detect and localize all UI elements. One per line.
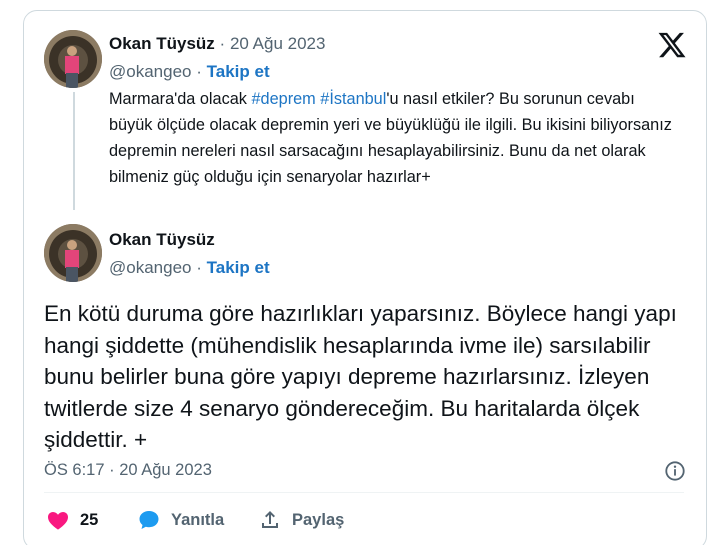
author-name[interactable]: Okan Tüysüz [109, 230, 215, 249]
reply-button[interactable]: Yanıtla [137, 508, 224, 532]
share-icon [262, 511, 278, 528]
hashtag-deprem[interactable]: #deprem [251, 90, 315, 108]
share-label: Paylaş [292, 510, 345, 529]
follow-link[interactable]: Takip et [207, 62, 270, 81]
separator: · [196, 258, 202, 277]
author-handle[interactable]: @okangeo [109, 62, 192, 81]
tweet-timestamp[interactable]: ÖS 6:17 · 20 Ağu 2023 [44, 461, 212, 480]
heart-icon [48, 512, 68, 530]
tweet-text-part: Marmara'da olacak [109, 90, 252, 108]
author-name[interactable]: Okan Tüysüz [109, 34, 215, 53]
author-handle[interactable]: @okangeo [109, 258, 192, 277]
hashtag-istanbul[interactable]: #İstanbul [320, 90, 386, 108]
main-tweet-text: En kötü duruma göre hazırlıkları yaparsı… [44, 301, 677, 452]
quoted-tweet-header: Okan Tüysüz · 20 Ağu 2023 [109, 34, 325, 54]
info-icon[interactable] [664, 460, 686, 482]
main-tweet-header: Okan Tüysüz [109, 230, 215, 250]
thread-connector-line [73, 92, 75, 210]
divider [44, 492, 684, 493]
reply-label: Yanıtla [171, 510, 225, 529]
like-count: 25 [80, 510, 99, 529]
x-logo-icon[interactable] [657, 30, 687, 60]
speech-bubble-icon [139, 511, 159, 529]
quoted-tweet-handle-row: @okangeo · Takip et [109, 62, 270, 82]
main-tweet-handle-row: @okangeo · Takip et [109, 258, 270, 278]
avatar[interactable] [44, 224, 102, 282]
quoted-tweet-text: Marmara'da olacak #deprem #İstanbul'u na… [109, 86, 679, 190]
avatar[interactable] [44, 30, 102, 88]
separator: · [219, 34, 226, 53]
tweet-actions: 25 Yanıtla Paylaş [0, 508, 727, 538]
share-button[interactable]: Paylaş [258, 508, 344, 532]
separator: · [196, 62, 202, 81]
tweet-date[interactable]: 20 Ağu 2023 [230, 34, 325, 53]
follow-link[interactable]: Takip et [207, 258, 270, 277]
like-button[interactable]: 25 [46, 508, 98, 532]
